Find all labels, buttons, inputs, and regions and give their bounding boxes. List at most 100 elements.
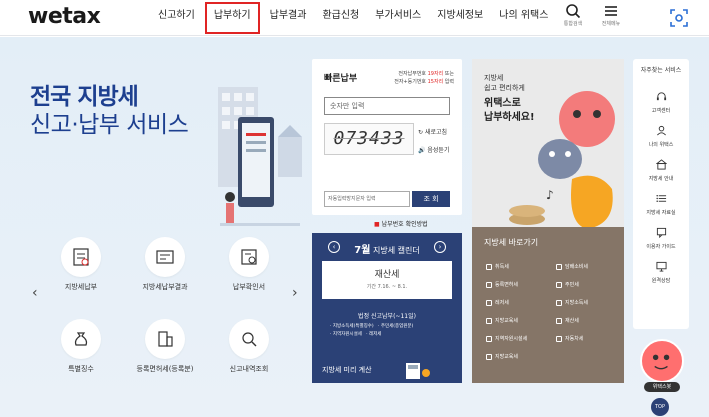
nav-item-info[interactable]: 지방세정보 [429, 0, 491, 36]
tax-shortcut-card: 지방세 바로가기 취득세 담배소비세 등록면허세 주민세 레저세 지방소득세 지… [472, 227, 624, 383]
building-icon [655, 159, 667, 170]
money-bag-icon [74, 332, 88, 346]
certificate-icon [241, 249, 257, 265]
calculator-icon [406, 363, 430, 379]
shortcut-icon [486, 263, 492, 270]
calendar-section-title: 법정 신고납부(~11일) [358, 313, 416, 320]
services-prev-button[interactable]: ‹ [32, 285, 38, 301]
menu-button[interactable]: 전체메뉴 [599, 3, 623, 27]
shortcut-icon [556, 263, 562, 270]
logo[interactable]: wetax [28, 4, 101, 29]
shortcut-item[interactable]: 재산세 [556, 317, 579, 324]
nav-item-extra[interactable]: 부가서비스 [367, 0, 429, 36]
monitor-icon [655, 261, 667, 272]
shortcut-item[interactable]: 지방교육세 [486, 353, 518, 360]
header: wetax 신고하기 납부하기 납부결과 환급신청 부가서비스 지방세정보 나의… [0, 0, 709, 36]
calendar-items: · 지방소득세(특별징수) · 주민세(종업원분) · 지역자원시설세 · 레저… [330, 324, 414, 337]
service-item-pay[interactable]: 지방세납부 [46, 237, 116, 292]
search-button[interactable]: 통합검색 [561, 3, 585, 27]
shortcut-item[interactable]: 주민세 [556, 281, 579, 288]
headset-icon [656, 92, 666, 101]
shortcut-item[interactable]: 지방교육세 [486, 317, 518, 324]
service-label: 지방세납부 [64, 283, 98, 291]
shortcut-icon [486, 317, 492, 324]
service-label: 납부확인서 [232, 283, 266, 291]
lookup-button[interactable]: 조 회 [412, 191, 450, 207]
pay-number-input[interactable]: 숫자만 입력 [324, 97, 450, 115]
chatbot-label[interactable]: 위택스봇 [644, 382, 680, 392]
search-doc-icon [242, 332, 257, 347]
tax-calculator-link[interactable]: 지방세 미리 계산 [312, 359, 462, 383]
captcha-refresh-button[interactable]: ↻ 새로고침 [418, 127, 447, 136]
shortcut-item[interactable]: 등록면허세 [486, 281, 518, 288]
shortcut-icon [486, 281, 492, 288]
captcha-audio-button[interactable]: 🔊 음성듣기 [418, 145, 449, 154]
nav-item-refund[interactable]: 환급신청 [314, 0, 367, 36]
shortcut-item[interactable]: 취득세 [486, 263, 509, 270]
quick-pay-desc: 전자납부번호 19자리 또는 전자+등기번호 15자리 입력 [394, 71, 454, 85]
header-icons: 통합검색 전체메뉴 [561, 3, 623, 27]
quick-item-user-guide[interactable]: 이용자 가이드 [633, 223, 689, 250]
shortcut-item[interactable]: 지역자원시설세 [486, 335, 527, 342]
shortcut-icon [556, 317, 562, 324]
service-item-history[interactable]: 신고내역조회 [214, 319, 284, 374]
calendar-next-button[interactable]: › [434, 241, 446, 253]
building-icon [158, 331, 173, 347]
nav-item-report[interactable]: 신고하기 [150, 0, 203, 36]
tax-calendar-card: ‹ 7월 지방세 캘린더 › 재산세 기간 7.16. ~ 8.1. 법정 신고… [312, 233, 462, 383]
user-icon [656, 125, 666, 136]
shortcut-item[interactable]: 자동차세 [556, 335, 583, 342]
menu-icon [605, 6, 617, 16]
menu-label: 전체메뉴 [601, 21, 621, 27]
search-label: 통합검색 [563, 21, 583, 27]
scan-icon[interactable] [669, 8, 689, 28]
calendar-highlight[interactable]: 재산세 기간 7.16. ~ 8.1. [322, 261, 452, 299]
receipt-icon [156, 250, 174, 264]
main-area: 전국 지방세 신고·납부 서비스 ‹ › 지방세납부 지방세납부결과 납부확인서 [0, 37, 709, 417]
quick-item-guide[interactable]: 지방세 안내 [633, 155, 689, 182]
svg-text:♪: ♪ [546, 188, 554, 202]
service-item-special[interactable]: 특별징수 [46, 319, 116, 374]
bill-icon [73, 248, 89, 266]
shortcut-item[interactable]: 지방소득세 [556, 299, 588, 306]
quick-item-library[interactable]: 지방세 자료실 [633, 189, 689, 216]
nav-item-result[interactable]: 납부결과 [262, 0, 315, 36]
chatbot-mascot-icon[interactable] [640, 339, 684, 383]
services-next-button[interactable]: › [292, 285, 298, 301]
chat-icon [656, 227, 666, 239]
service-item-license[interactable]: 등록면허세(등록분) [130, 319, 200, 374]
scroll-top-button[interactable]: TOP [651, 398, 669, 416]
service-label: 지방세납부결과 [142, 283, 188, 291]
nav-item-pay[interactable]: 납부하기 [203, 0, 262, 36]
shortcut-icon [486, 353, 492, 360]
pay-number-help-link[interactable]: ■ 납부번호 확인방법 [374, 219, 428, 228]
captcha-image: 073433 [324, 123, 414, 155]
quick-item-support[interactable]: 고객센터 [633, 87, 689, 114]
captcha-input[interactable]: 자동입력방지문자 입력 [324, 191, 410, 207]
service-label: 신고내역조회 [229, 365, 269, 373]
shortcut-icon [556, 335, 562, 342]
search-icon [566, 4, 581, 19]
mascot-illustration-icon: ♪ [509, 91, 615, 229]
shortcut-item[interactable]: 레저세 [486, 299, 509, 306]
city-illustration-icon [218, 87, 302, 226]
nav-item-my[interactable]: 나의 위택스 [491, 0, 556, 36]
service-item-certificate[interactable]: 납부확인서 [214, 237, 284, 292]
quick-title: 자주찾는 서비스 [640, 67, 682, 74]
shortcut-icon [486, 335, 492, 342]
shortcut-icon [486, 299, 492, 306]
service-item-pay-result[interactable]: 지방세납부결과 [130, 237, 200, 292]
shortcut-item[interactable]: 담배소비세 [556, 263, 588, 270]
quick-pay-card: 빠른납부 전자납부번호 19자리 또는 전자+등기번호 15자리 입력 숫자만 … [312, 59, 462, 215]
shortcut-icon [556, 299, 562, 306]
quick-pay-title: 빠른납부 [324, 74, 358, 84]
hero-subtitle: 신고·납부 서비스 [30, 112, 189, 138]
promo-banner[interactable]: 지방세 쉽고 편리하게 위택스로 납부하세요! ♪ [472, 59, 624, 237]
service-label: 특별징수 [68, 365, 94, 373]
quick-service-bar: 자주찾는 서비스 고객센터 나의 위택스 지방세 안내 지방세 자료실 이용자 … [633, 59, 689, 329]
shortcut-title: 지방세 바로가기 [484, 238, 539, 247]
quick-item-remote[interactable]: 원격상담 [633, 257, 689, 284]
list-icon [655, 195, 666, 202]
quick-item-my[interactable]: 나의 위택스 [633, 121, 689, 148]
main-nav: 신고하기 납부하기 납부결과 환급신청 부가서비스 지방세정보 나의 위택스 [150, 0, 556, 36]
